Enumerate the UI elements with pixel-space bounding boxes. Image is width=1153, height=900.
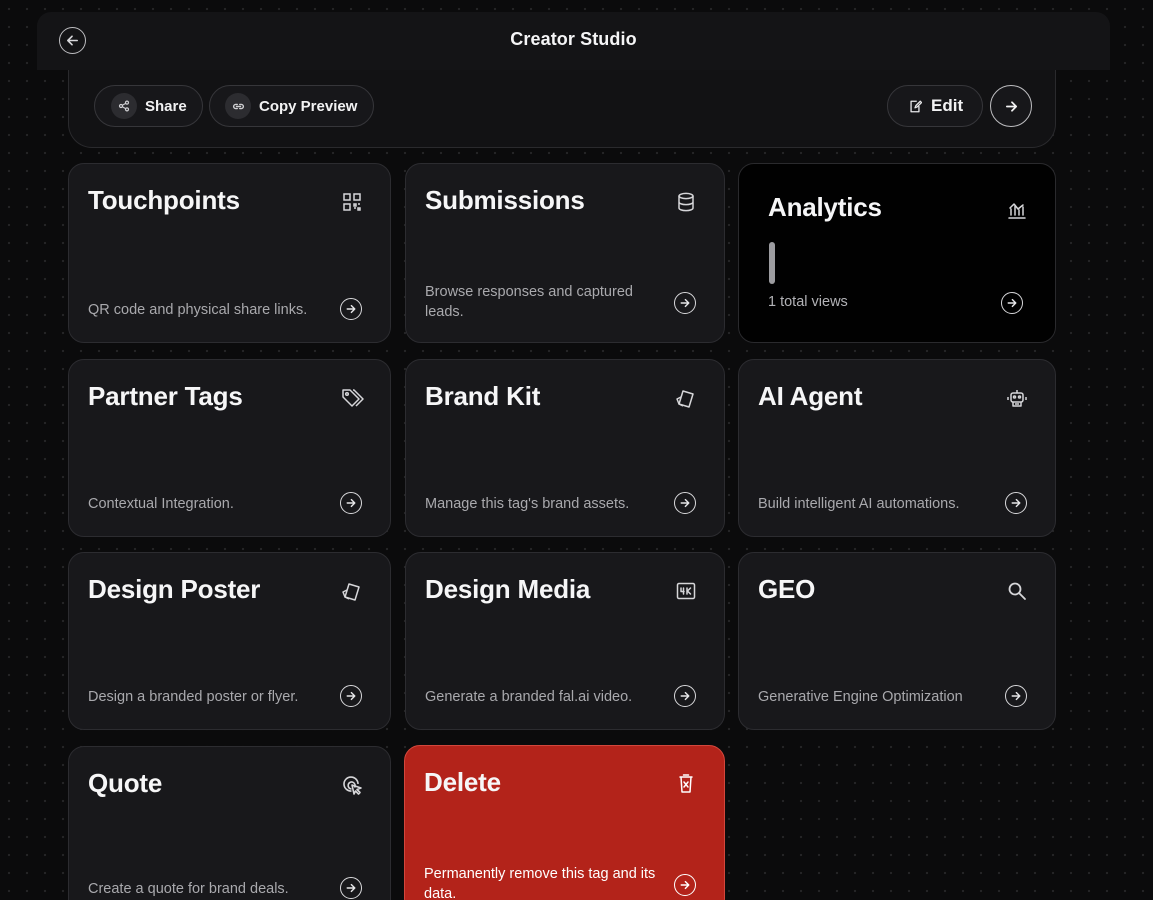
share-icon bbox=[111, 93, 137, 119]
arrow-right-circle-icon bbox=[1005, 492, 1027, 514]
card-partner-tags[interactable]: Partner Tags Contextual Integration. bbox=[68, 359, 391, 537]
analytics-sparkline-bar bbox=[769, 242, 775, 284]
arrow-right-circle-icon bbox=[674, 685, 696, 707]
cursor-click-icon bbox=[343, 776, 362, 795]
card-description: Permanently remove this tag and its data… bbox=[424, 866, 656, 900]
card-description: Create a quote for brand deals. bbox=[88, 881, 289, 897]
card-title: AI Agent bbox=[758, 381, 863, 411]
copy-preview-button[interactable]: Copy Preview bbox=[209, 85, 374, 127]
trash-icon bbox=[679, 774, 693, 793]
4k-icon bbox=[676, 582, 696, 600]
card-analytics[interactable]: Analytics 1 total views bbox=[738, 163, 1056, 343]
swatch-icon bbox=[676, 390, 694, 408]
card-title: Analytics bbox=[768, 192, 882, 222]
share-button[interactable]: Share bbox=[94, 85, 203, 127]
arrow-right-circle-icon bbox=[1001, 292, 1023, 314]
card-touchpoints[interactable]: Touchpoints QR code and physical share l… bbox=[68, 163, 391, 343]
card-delete[interactable]: Delete Permanently remove this tag and i… bbox=[404, 745, 725, 900]
card-quote[interactable]: Quote Create a quote for brand deals. bbox=[68, 746, 391, 900]
search-icon bbox=[1008, 582, 1026, 600]
qr-code-icon bbox=[343, 193, 361, 211]
card-ai-agent[interactable]: AI Agent Build intelligent AI automation… bbox=[738, 359, 1056, 537]
card-description: 1 total views bbox=[768, 294, 848, 310]
card-title: Partner Tags bbox=[88, 381, 243, 411]
card-description: Design a branded poster or flyer. bbox=[88, 689, 299, 705]
card-title: Touchpoints bbox=[88, 185, 240, 215]
card-brand-kit[interactable]: Brand Kit Manage this tag's brand assets… bbox=[405, 359, 725, 537]
next-button[interactable] bbox=[990, 85, 1032, 127]
share-label: Share bbox=[145, 97, 187, 115]
arrow-right-icon bbox=[1005, 100, 1017, 112]
card-design-media[interactable]: Design Media Generate a branded fal.ai v… bbox=[405, 552, 725, 730]
arrow-right-circle-icon bbox=[674, 492, 696, 514]
action-bar: Share Copy Preview Edit bbox=[68, 70, 1056, 148]
arrow-right-circle-icon bbox=[340, 685, 362, 707]
chart-icon bbox=[1008, 203, 1026, 219]
card-description: Contextual Integration. bbox=[88, 496, 234, 512]
database-icon bbox=[678, 192, 694, 212]
card-description: Manage this tag's brand assets. bbox=[425, 496, 630, 512]
card-submissions[interactable]: Submissions Browse responses and capture… bbox=[405, 163, 725, 343]
arrow-right-circle-icon bbox=[1005, 685, 1027, 707]
card-description: Generative Engine Optimization bbox=[758, 689, 963, 705]
copy-preview-label: Copy Preview bbox=[259, 97, 358, 115]
card-description: QR code and physical share links. bbox=[88, 302, 308, 318]
card-description: Build intelligent AI automations. bbox=[758, 496, 960, 512]
link-icon bbox=[225, 93, 251, 119]
card-description: Generate a branded fal.ai video. bbox=[425, 689, 633, 705]
edit-button[interactable]: Edit bbox=[887, 85, 983, 127]
tags-icon bbox=[342, 389, 364, 407]
swatch-icon bbox=[342, 583, 360, 601]
card-title: Design Poster bbox=[88, 574, 261, 604]
card-title: Design Media bbox=[425, 574, 591, 604]
card-title: Delete bbox=[424, 767, 501, 797]
card-description: Browse responses and captured leads. bbox=[425, 284, 633, 320]
arrow-right-circle-icon bbox=[674, 874, 696, 896]
arrow-right-circle-icon bbox=[340, 298, 362, 320]
card-title: GEO bbox=[758, 574, 816, 604]
card-geo[interactable]: GEO Generative Engine Optimization bbox=[738, 552, 1056, 730]
edit-label: Edit bbox=[931, 96, 964, 115]
card-title: Brand Kit bbox=[425, 381, 541, 411]
arrow-right-circle-icon bbox=[340, 877, 362, 899]
card-title: Submissions bbox=[425, 185, 585, 215]
card-design-poster[interactable]: Design Poster Design a branded poster or… bbox=[68, 552, 391, 730]
arrow-right-circle-icon bbox=[340, 492, 362, 514]
page-title: Creator Studio bbox=[510, 29, 637, 49]
arrow-right-circle-icon bbox=[674, 292, 696, 314]
card-title: Quote bbox=[88, 768, 163, 798]
robot-icon bbox=[1007, 390, 1027, 407]
edit-icon bbox=[910, 100, 922, 112]
title-bar: Creator Studio bbox=[37, 12, 1110, 70]
